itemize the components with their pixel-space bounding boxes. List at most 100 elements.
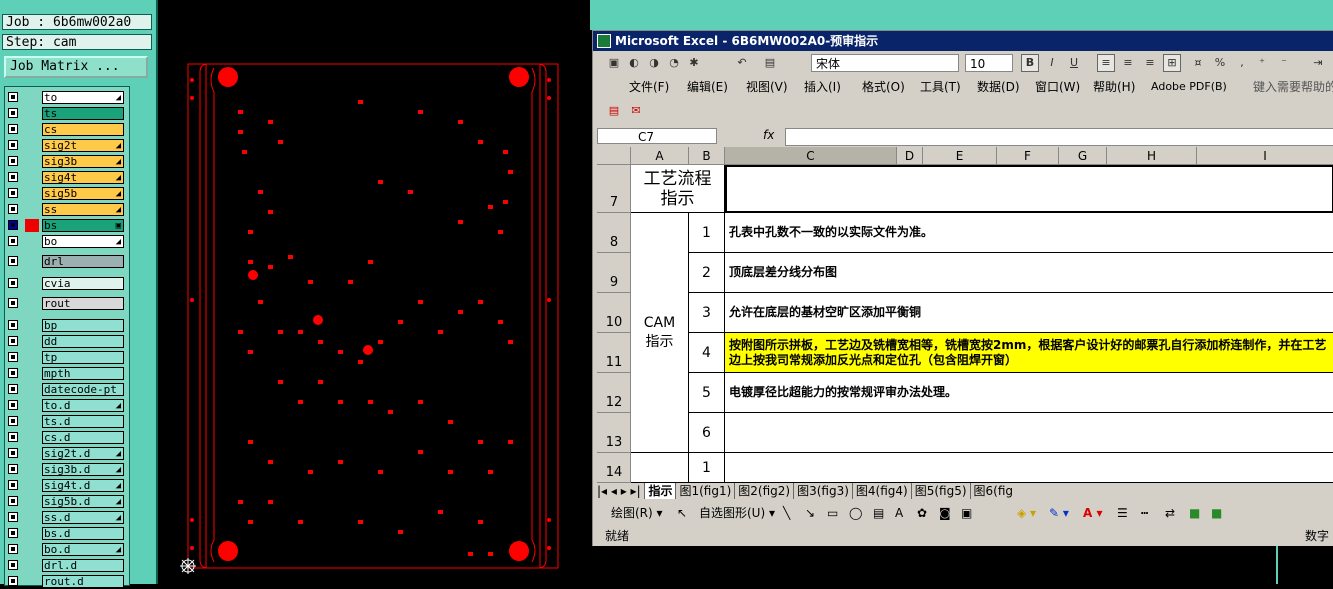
layer-checkbox[interactable] (8, 236, 18, 246)
align-center-icon[interactable]: ≡ (1119, 54, 1137, 72)
name-box[interactable]: C7 (597, 128, 717, 144)
textbox-icon[interactable]: ▤ (873, 501, 884, 525)
arrow-style-icon[interactable]: ⇄ (1165, 501, 1175, 525)
cell[interactable] (631, 453, 689, 483)
layer-row[interactable]: sig3b ◢ (5, 155, 129, 169)
layer-row[interactable]: sig2t ◢ (5, 139, 129, 153)
layer-name[interactable]: bo.d ◢ (42, 543, 124, 556)
layer-checkbox[interactable] (8, 156, 18, 166)
layer-checkbox[interactable] (8, 480, 18, 490)
row-header[interactable]: 10 (597, 293, 631, 333)
layer-row[interactable]: cs (5, 123, 129, 137)
layer-checkbox[interactable] (8, 172, 18, 182)
autoshape-menu[interactable]: 自选图形(U) ▾ (699, 501, 775, 525)
row-header[interactable]: 14 (597, 453, 631, 483)
layer-name[interactable]: sig3b ◢ (42, 155, 124, 168)
layer-checkbox[interactable] (8, 278, 18, 288)
layer-name[interactable]: datecode-pt (42, 383, 124, 396)
instruction-text-cell[interactable]: 孔表中孔数不一致的以实际文件为准。 (725, 213, 1333, 253)
undo-icon[interactable]: ↶ (733, 54, 751, 72)
shadow-icon[interactable]: ■ (1189, 501, 1200, 525)
column-header[interactable]: D (897, 147, 923, 165)
item-number-cell[interactable]: 6 (689, 413, 725, 453)
layer-row[interactable]: ts (5, 107, 129, 121)
3d-icon[interactable]: ■ (1211, 501, 1222, 525)
layer-name[interactable]: ts.d (42, 415, 124, 428)
layer-checkbox[interactable] (8, 384, 18, 394)
layer-name[interactable]: sig2t ◢ (42, 139, 124, 152)
line-style-icon[interactable]: ☰ (1117, 501, 1128, 525)
layer-checkbox[interactable] (8, 256, 18, 266)
column-header[interactable]: I (1197, 147, 1333, 165)
layer-row[interactable]: sig4t ◢ (5, 171, 129, 185)
process-header-cell[interactable]: 工艺流程指示 (631, 165, 725, 213)
layer-row[interactable]: drl.d (5, 559, 129, 573)
layer-name[interactable]: drl (42, 255, 124, 268)
layer-row[interactable]: bo.d ◢ (5, 543, 129, 557)
item-number-cell[interactable]: 3 (689, 293, 725, 333)
layer-checkbox[interactable] (8, 560, 18, 570)
layer-checkbox[interactable] (8, 464, 18, 474)
layer-name[interactable]: cs (42, 123, 124, 136)
instruction-text-cell[interactable]: 电镀厚径比超能力的按常规评审办法处理。 (725, 373, 1333, 413)
layer-row[interactable]: sig4t.d ◢ (5, 479, 129, 493)
layer-row[interactable]: sig5b ◢ (5, 187, 129, 201)
line-color-icon[interactable]: ✎ ▾ (1049, 501, 1069, 525)
layer-name[interactable]: ss ◢ (42, 203, 124, 216)
layer-row[interactable]: dd (5, 335, 129, 349)
pcb-board-view[interactable] (158, 0, 590, 584)
selected-cell-c7[interactable] (725, 165, 1333, 213)
paste-icon[interactable]: ✱ (685, 54, 703, 72)
row-header[interactable]: 7 (597, 165, 631, 213)
instruction-text-cell[interactable]: 顶底层差分线分布图 (725, 253, 1333, 293)
layer-checkbox[interactable] (8, 92, 18, 102)
layer-name[interactable]: sig3b.d ◢ (42, 463, 124, 476)
excel-window[interactable]: Microsoft Excel - 6B6MW002A0-预审指示 ▣ ◐ ◑ … (592, 30, 1333, 548)
sheet-tab[interactable]: 图5(fig5) (910, 483, 970, 499)
menu-edit[interactable]: 编辑(E) (687, 78, 728, 96)
oval-icon[interactable]: ◯ (849, 501, 862, 525)
item-number-cell[interactable]: 2 (689, 253, 725, 293)
clipart-icon[interactable]: ◙ (939, 501, 951, 525)
bold-button[interactable]: B (1021, 54, 1039, 72)
align-left-icon[interactable]: ≡ (1097, 54, 1115, 72)
menu-data[interactable]: 数据(D) (977, 78, 1020, 96)
layer-name[interactable]: dd (42, 335, 124, 348)
pdf-email-icon[interactable]: ✉ (627, 102, 645, 120)
menu-view[interactable]: 视图(V) (746, 78, 788, 96)
layer-checkbox[interactable] (8, 352, 18, 362)
layer-checkbox[interactable] (8, 320, 18, 330)
layer-row[interactable]: datecode-pt (5, 383, 129, 397)
spreadsheet-grid[interactable]: A B C D E F G H I 7 8 9 10 11 12 13 14 工艺流程指示 CAM 指示 1 孔表中孔数… (597, 147, 1333, 483)
layer-row[interactable]: bp (5, 319, 129, 333)
font-size-select[interactable]: 10 (965, 54, 1013, 72)
menu-tools[interactable]: 工具(T) (920, 78, 961, 96)
layer-row[interactable]: sig2t.d ◢ (5, 447, 129, 461)
instruction-text-cell[interactable]: 允许在底层的基材空旷区添加平衡铜 (725, 293, 1333, 333)
layer-row[interactable]: ts.d (5, 415, 129, 429)
increase-decimal-icon[interactable]: ⁺ (1253, 54, 1271, 72)
layer-name[interactable]: sig4t ◢ (42, 171, 124, 184)
align-right-icon[interactable]: ≡ (1141, 54, 1159, 72)
item-number-cell[interactable]: 1 (689, 213, 725, 253)
layer-row[interactable]: cvia (5, 277, 129, 291)
column-header[interactable]: G (1059, 147, 1107, 165)
sheet-tab[interactable]: 图1(fig1) (675, 483, 734, 499)
column-header[interactable]: E (923, 147, 997, 165)
layer-row[interactable]: tp (5, 351, 129, 365)
menu-insert[interactable]: 插入(I) (804, 78, 841, 96)
column-header[interactable]: F (997, 147, 1059, 165)
menu-format[interactable]: 格式(O) (862, 78, 905, 96)
rectangle-icon[interactable]: ▭ (827, 501, 838, 525)
layer-name[interactable]: rout (42, 297, 124, 310)
merge-center-icon[interactable]: ⊞ (1163, 54, 1181, 72)
instruction-text-cell[interactable] (725, 413, 1333, 453)
function-icon[interactable]: fx (763, 128, 774, 142)
print-preview-icon[interactable]: ▣ (605, 54, 623, 72)
font-color-icon[interactable]: A ▾ (1083, 501, 1103, 525)
layer-name[interactable]: sig2t.d ◢ (42, 447, 124, 460)
pdf-convert-icon[interactable]: ▤ (605, 102, 623, 120)
fill-color-icon[interactable]: ◈ ▾ (1017, 501, 1036, 525)
layer-row[interactable]: cs.d (5, 431, 129, 445)
sheet-tab[interactable]: 图2(fig2) (734, 483, 793, 499)
